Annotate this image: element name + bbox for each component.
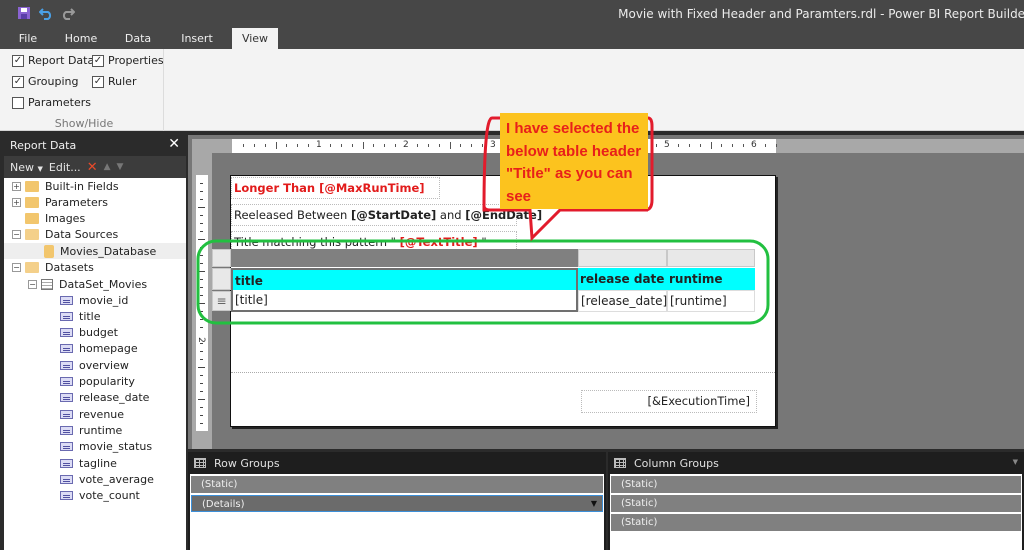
column-group-static[interactable]: (Static): [611, 476, 1021, 493]
dropdown-arrow-icon[interactable]: ▼: [586, 496, 602, 511]
column-groups-panel: Column Groups ▼ (Static) (Static) (Stati…: [608, 452, 1024, 550]
column-groups-title: Column Groups: [634, 457, 719, 470]
row-group-details[interactable]: (Details) ▼: [191, 495, 603, 512]
column-groups-header: Column Groups ▼: [608, 452, 1024, 474]
panel-dropdown-icon[interactable]: ▼: [1013, 458, 1018, 466]
row-groups-header: Row Groups: [188, 452, 606, 474]
row-group-static[interactable]: (Static): [191, 476, 603, 493]
row-groups-list: (Static) (Details) ▼: [190, 474, 604, 550]
column-group-static[interactable]: (Static): [611, 495, 1021, 512]
row-groups-title: Row Groups: [214, 457, 280, 470]
column-group-static[interactable]: (Static): [611, 514, 1021, 531]
table-grid-icon: [194, 458, 206, 468]
row-groups-panel: Row Groups (Static) (Details) ▼: [188, 452, 606, 550]
callout-text: I have selected the below table header "…: [506, 120, 642, 205]
table-grid-icon: [614, 458, 626, 468]
green-highlight-outline: [196, 239, 770, 325]
column-groups-list: (Static) (Static) (Static): [610, 474, 1022, 550]
annotation-callout: I have selected the below table header "…: [500, 113, 648, 209]
